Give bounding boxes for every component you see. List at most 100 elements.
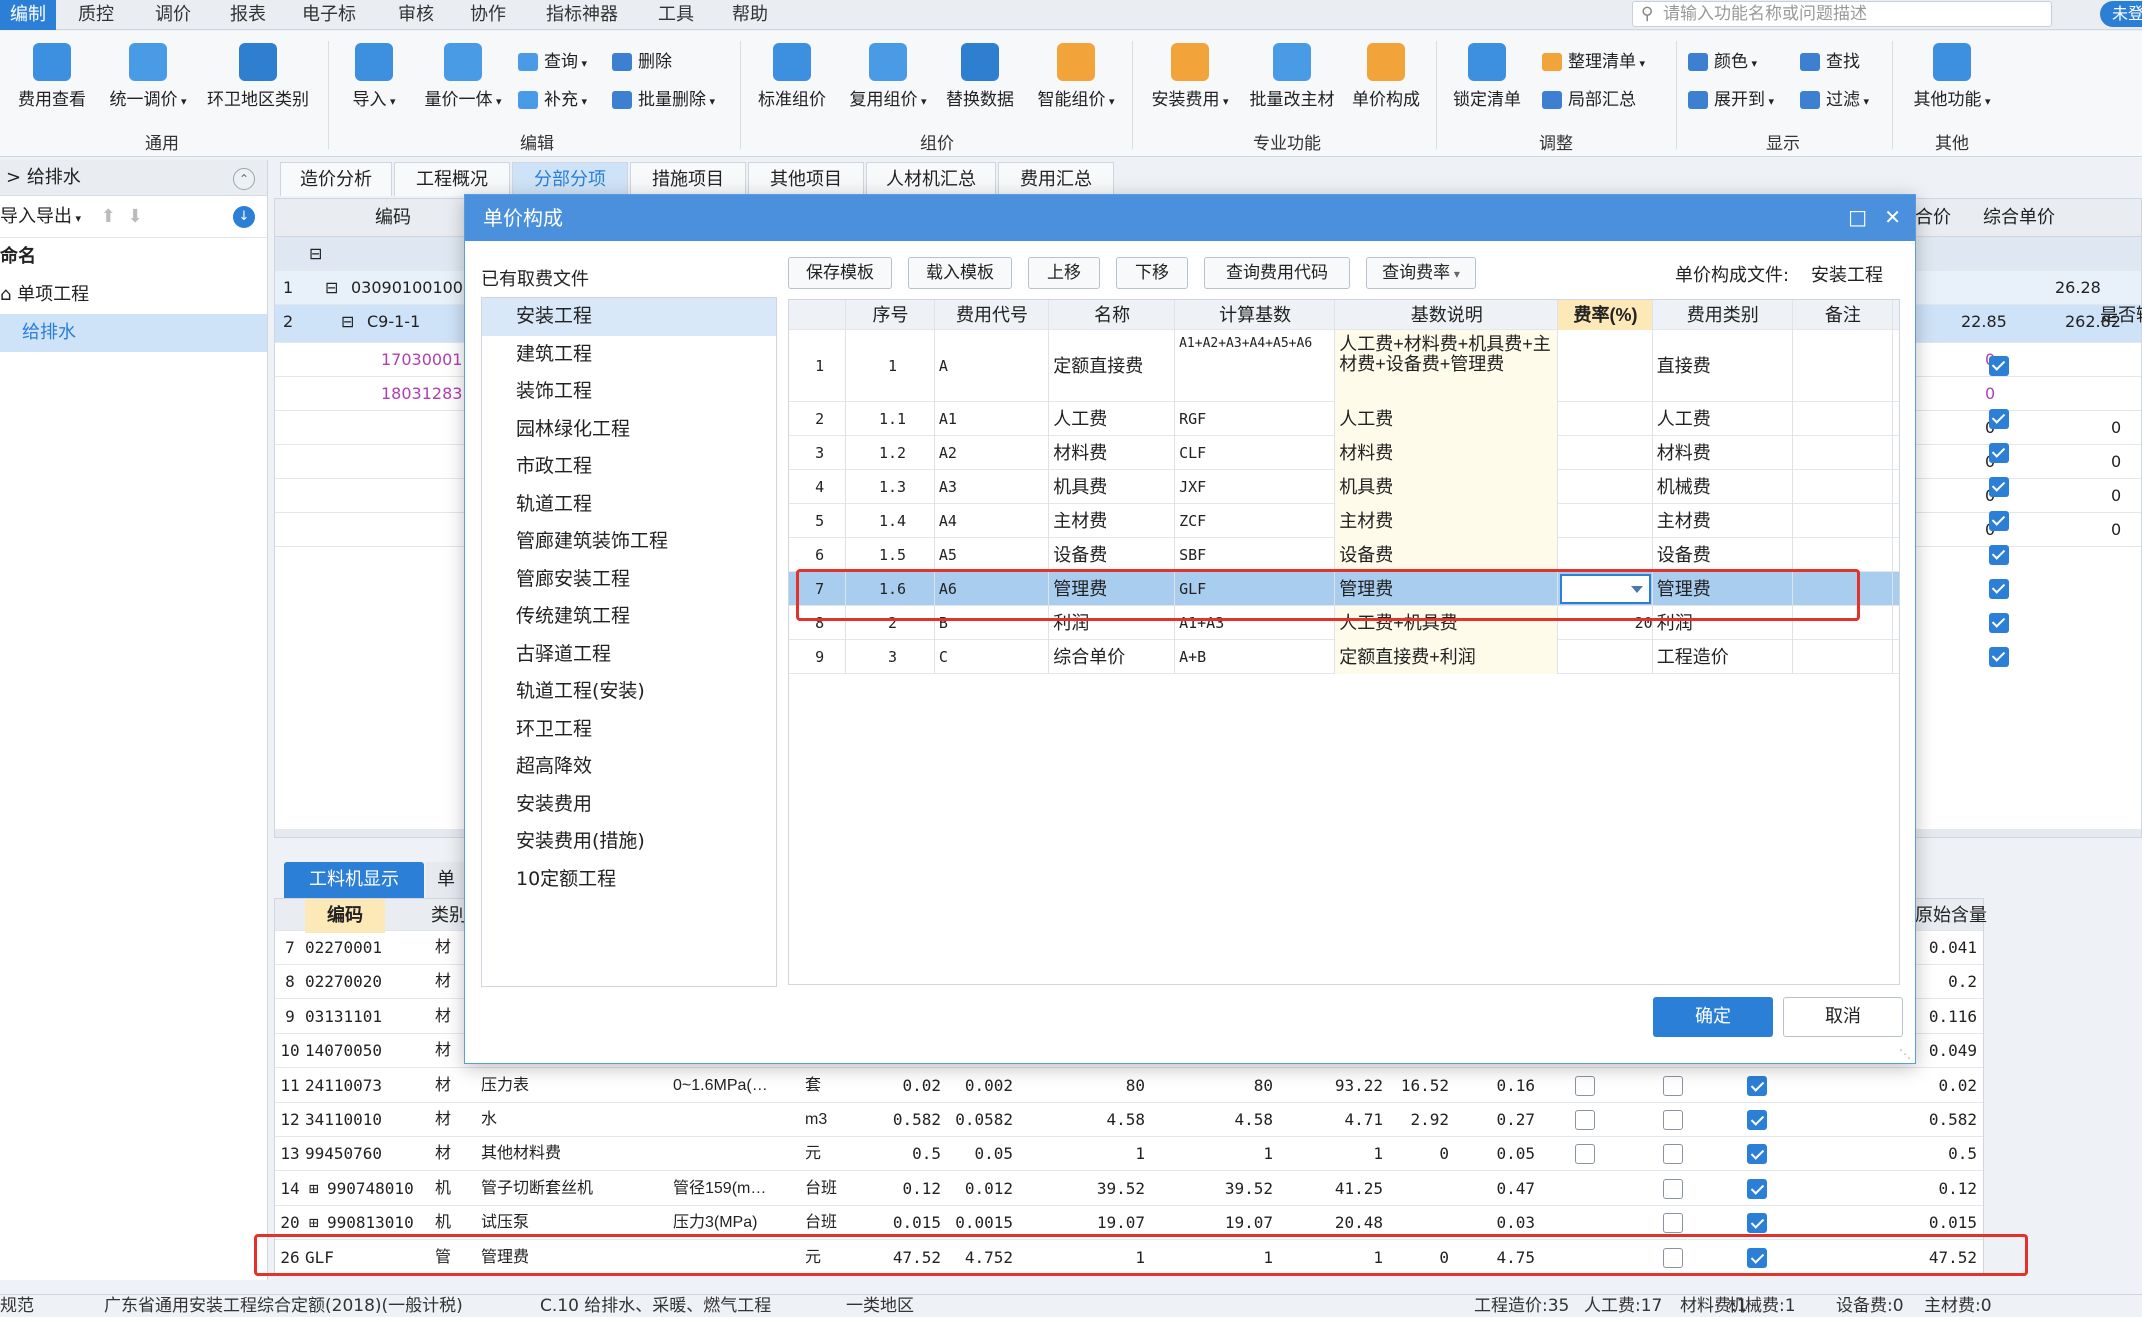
output-checkbox[interactable] — [1988, 356, 2009, 376]
menu-edit[interactable]: 编制 — [0, 0, 56, 30]
reuse-group-button[interactable]: 复用组价 ▾ — [840, 43, 936, 110]
tree-item-water-supply[interactable]: 给排水 — [0, 314, 267, 352]
tab-measures[interactable]: 措施项目 — [630, 162, 746, 196]
fee-file-item[interactable]: 建筑工程 — [482, 336, 776, 374]
cell-rate[interactable] — [1558, 572, 1652, 606]
smart-group-button[interactable]: 智能组价 ▾ — [1028, 43, 1124, 110]
sort-list-button[interactable]: 整理清单 ▾ — [1542, 49, 1645, 75]
rate-dropdown-input[interactable] — [1560, 574, 1651, 604]
resize-grip-icon[interactable]: ⋱ — [1899, 1047, 1911, 1061]
fee-file-item[interactable]: 管廊安装工程 — [482, 561, 776, 599]
fee-file-item[interactable]: 轨道工程 — [482, 486, 776, 524]
row-checkbox[interactable] — [1663, 1178, 1683, 1199]
fee-file-item[interactable]: 安装费用 — [482, 786, 776, 824]
find-button[interactable]: 查找 — [1800, 49, 1860, 75]
filter-button[interactable]: 过滤 ▾ — [1800, 87, 1869, 113]
save-template-button[interactable]: 保存模板 — [788, 257, 892, 289]
tab-sub-items[interactable]: 分部分项 — [512, 162, 628, 196]
delete-button[interactable]: 删除 — [612, 49, 672, 75]
menu-report[interactable]: 报表 — [230, 0, 266, 30]
install-fee-button[interactable]: 安装费用 ▾ — [1142, 43, 1238, 110]
local-summary-button[interactable]: 局部汇总 — [1542, 87, 1636, 113]
import-export-button[interactable]: 导入导出 — [0, 206, 72, 227]
table-row[interactable]: 6 1.5 A5 设备费 SBF 设备费 设备费 — [789, 538, 2009, 572]
fee-file-item[interactable]: 古驿道工程 — [482, 636, 776, 674]
fee-file-item[interactable]: 传统建筑工程 — [482, 598, 776, 636]
ok-button[interactable]: 确定 — [1653, 997, 1773, 1037]
menu-review[interactable]: 审核 — [398, 0, 434, 30]
row-checkbox[interactable] — [1747, 1213, 1767, 1234]
cell-rate[interactable] — [1558, 402, 1652, 436]
table-row[interactable]: 13 99450760 材 其他材料费 元 0.5 0.05 1 1 1 0 0.05 0.5 — [275, 1137, 1983, 1172]
table-row[interactable]: 9 3 C 综合单价 A+B 定额直接费+利润 工程造价 — [789, 640, 2009, 674]
close-icon[interactable]: ✕ — [1884, 203, 1901, 231]
output-checkbox[interactable] — [1988, 443, 2009, 463]
query-rate-button[interactable]: 查询费率 ▾ — [1366, 257, 1476, 289]
fee-file-item[interactable]: 管廊建筑装饰工程 — [482, 523, 776, 561]
menu-quality[interactable]: 质控 — [78, 0, 114, 30]
row-checkbox[interactable] — [1575, 1075, 1595, 1096]
row-checkbox[interactable] — [1663, 1110, 1683, 1130]
fee-file-item[interactable]: 园林绿化工程 — [482, 411, 776, 449]
query-button[interactable]: 查询 ▾ — [518, 49, 587, 75]
collapse-icon[interactable]: ⊟ — [325, 271, 338, 305]
query-fee-code-button[interactable]: 查询费用代码 — [1204, 257, 1350, 289]
fee-file-item[interactable]: 市政工程 — [482, 448, 776, 486]
table-row[interactable]: 26 GLF 管 管理费 元 47.52 4.752 1 1 1 0 4.75 47.52 — [275, 1241, 1983, 1275]
collapse-icon[interactable]: ⊟ — [309, 237, 322, 271]
lock-list-button[interactable]: 锁定清单 — [1446, 43, 1528, 110]
load-template-button[interactable]: 载入模板 — [908, 257, 1012, 289]
row-checkbox[interactable] — [1747, 1110, 1767, 1130]
output-checkbox[interactable] — [1988, 647, 2009, 667]
cell-rate[interactable] — [1558, 436, 1652, 470]
color-button[interactable]: 颜色 ▾ — [1688, 49, 1757, 75]
import-button[interactable]: 导入 ▾ — [342, 43, 406, 110]
output-checkbox[interactable] — [1988, 511, 2009, 531]
expand-to-button[interactable]: 展开到 ▾ — [1688, 87, 1774, 113]
fee-file-item[interactable]: 安装费用(措施) — [482, 823, 776, 861]
tab-labor-material-summary[interactable]: 人材机汇总 — [866, 162, 996, 196]
expand-icon[interactable]: ⊞ — [309, 1172, 325, 1206]
table-row[interactable]: 7 1.6 A6 管理费 GLF 管理费 管理费 — [789, 572, 2009, 606]
download-icon[interactable]: ↓ — [233, 206, 255, 228]
fee-file-item[interactable]: 装饰工程 — [482, 373, 776, 411]
table-row[interactable]: 3 1.2 A2 材料费 CLF 材料费 材料费 — [789, 436, 2009, 470]
table-row[interactable]: 12 34110010 材 水 m3 0.582 0.0582 4.58 4.58 4.71 2.9… — [275, 1103, 1983, 1137]
cell-rate[interactable] — [1558, 538, 1652, 572]
tab-labor-material-display[interactable]: 工料机显示 — [284, 862, 424, 898]
batch-main-material-button[interactable]: 批量改主材 — [1242, 43, 1342, 110]
row-checkbox[interactable] — [1747, 1178, 1767, 1199]
row-checkbox[interactable] — [1747, 1247, 1767, 1268]
other-func-button[interactable]: 其他功能 ▾ — [1900, 43, 2004, 110]
unified-adjust-button[interactable]: 统一调价 ▾ — [100, 43, 196, 110]
table-row[interactable]: 14 990748010 机 管子切断套丝机 管径159(m… 台班 0.12 0.012 39… — [275, 1172, 1983, 1206]
fee-file-item[interactable]: 环卫工程 — [482, 711, 776, 749]
tree-item-single-project[interactable]: ⌂ 单项工程 — [0, 276, 267, 314]
tab-cost-analysis[interactable]: 造价分析 — [280, 162, 392, 196]
collapse-icon[interactable]: ⊟ — [341, 305, 354, 339]
cell-rate[interactable] — [1558, 640, 1652, 674]
tab-project-overview[interactable]: 工程概况 — [394, 162, 510, 196]
cell-rate[interactable] — [1558, 470, 1652, 504]
unit-price-comp-button[interactable]: 单价构成 — [1346, 43, 1426, 110]
cell-rate[interactable] — [1558, 504, 1652, 538]
row-checkbox[interactable] — [1747, 1144, 1767, 1165]
fee-file-item[interactable]: 超高降效 — [482, 748, 776, 786]
arrow-down-icon[interactable]: ⬇ — [128, 206, 143, 227]
fee-file-item[interactable]: 安装工程 — [482, 298, 776, 336]
menu-collaborate[interactable]: 协作 — [470, 0, 506, 30]
env-region-button[interactable]: 环卫地区类别 — [200, 43, 316, 110]
table-row[interactable]: 1 1 A 定额直接费 A1+A2+A3+A4+A5+A6 人工费+材料费+机具费+主材费… — [789, 330, 2009, 402]
output-checkbox[interactable] — [1988, 409, 2009, 429]
menu-index-tool[interactable]: 指标神器 — [546, 0, 618, 30]
output-checkbox[interactable] — [1988, 545, 2009, 565]
login-button[interactable]: 未登 — [2100, 1, 2142, 27]
row-checkbox[interactable] — [1575, 1144, 1595, 1165]
move-up-button[interactable]: 上移 — [1028, 257, 1100, 289]
output-checkbox[interactable] — [1988, 613, 2009, 633]
maximize-icon[interactable]: □ — [1848, 203, 1867, 231]
quota-integrate-button[interactable]: 量价一体 ▾ — [414, 43, 512, 110]
fee-file-item[interactable]: 轨道工程(安装) — [482, 673, 776, 711]
fee-file-item[interactable]: 10定额工程 — [482, 861, 776, 899]
row-checkbox[interactable] — [1747, 1075, 1767, 1096]
